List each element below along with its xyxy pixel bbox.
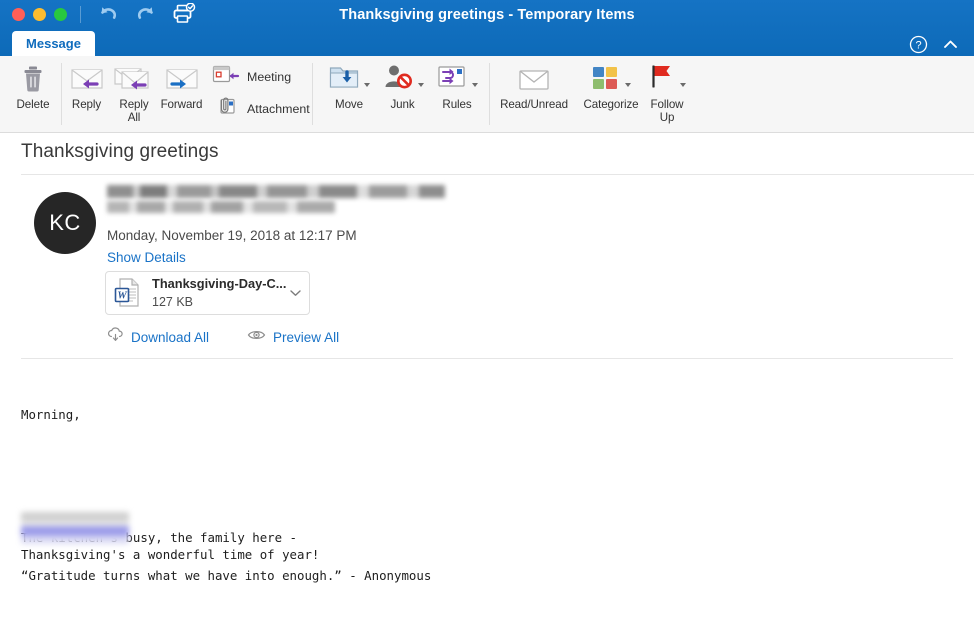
- categorize-button[interactable]: Categorize: [574, 56, 648, 133]
- reply-icon: [67, 63, 107, 95]
- trash-icon: [18, 63, 48, 95]
- tab-message-label: Message: [26, 36, 81, 51]
- follow-up-button[interactable]: Follow Up: [643, 56, 691, 133]
- attachment-button[interactable]: Attachment: [212, 96, 310, 122]
- print-icon[interactable]: [172, 3, 196, 25]
- ecard-image-redacted: [21, 512, 129, 544]
- move-label: Move: [335, 98, 363, 111]
- meeting-icon: [212, 64, 240, 90]
- window-controls: [12, 8, 67, 21]
- reply-all-label: Reply All: [119, 98, 149, 124]
- attachment-meta: Thanksgiving-Day-C... 127 KB: [152, 275, 289, 311]
- toolbar-divider: [80, 6, 81, 23]
- forward-label: Forward: [160, 98, 203, 111]
- download-all-label: Download All: [131, 330, 210, 345]
- read-unread-label: Read/Unread: [500, 98, 568, 111]
- body-greeting: Morning,: [21, 407, 81, 422]
- svg-text:W: W: [117, 291, 127, 302]
- meeting-button[interactable]: Meeting: [212, 64, 310, 90]
- tab-message[interactable]: Message: [12, 31, 95, 56]
- categorize-icon-group: [591, 63, 631, 95]
- junk-caret-icon[interactable]: [417, 82, 424, 87]
- move-icon: [328, 62, 360, 97]
- create-group: Meeting Attachment: [212, 64, 310, 122]
- categorize-label: Categorize: [583, 98, 639, 111]
- word-document-icon: W: [114, 277, 144, 309]
- meeting-label: Meeting: [247, 70, 292, 84]
- chevron-down-icon[interactable]: [289, 289, 301, 297]
- help-icon[interactable]: ?: [909, 35, 928, 54]
- cloud-download-icon: [107, 327, 124, 348]
- svg-text:?: ?: [915, 39, 921, 51]
- forward-icon: [162, 63, 202, 95]
- tab-strip: Message: [0, 31, 974, 56]
- delete-label: Delete: [16, 98, 50, 111]
- ribbon-toolbar: Delete Reply Reply All Forward Meeting A…: [0, 56, 974, 133]
- zoom-button[interactable]: [54, 8, 67, 21]
- flag-icon: [648, 62, 676, 97]
- sender-email-redacted: [107, 201, 335, 213]
- attachment-size: 127 KB: [152, 295, 194, 309]
- attachment-chip[interactable]: W Thanksgiving-Day-C... 127 KB: [105, 271, 310, 315]
- junk-button[interactable]: Junk: [376, 56, 429, 133]
- rules-caret-icon[interactable]: [472, 82, 478, 87]
- follow-up-caret-icon[interactable]: [680, 82, 686, 87]
- header-divider-top: [21, 174, 974, 175]
- body-spacer-1: [21, 457, 319, 495]
- rules-button[interactable]: Rules: [429, 56, 485, 133]
- categorize-icon: [591, 63, 621, 96]
- rules-icon-group: [436, 63, 478, 95]
- reply-label: Reply: [71, 98, 102, 111]
- rules-label: Rules: [442, 98, 472, 111]
- flag-icon-group: [648, 63, 686, 95]
- collapse-ribbon-icon[interactable]: [941, 35, 960, 54]
- eye-icon: [247, 328, 266, 347]
- title-bar: Thanksgiving greetings - Temporary Items…: [0, 0, 974, 56]
- minimize-button[interactable]: [33, 8, 46, 21]
- attachment-actions: Download All Preview All: [107, 327, 339, 348]
- reply-all-button[interactable]: Reply All: [110, 56, 158, 133]
- preview-all-label: Preview All: [273, 330, 340, 345]
- show-details-link[interactable]: Show Details: [107, 250, 186, 265]
- move-button[interactable]: Move: [322, 56, 376, 133]
- junk-label: Junk: [390, 98, 415, 111]
- ribbon-separator-3: [489, 63, 490, 125]
- read-unread-button[interactable]: Read/Unread: [494, 56, 574, 133]
- move-caret-icon[interactable]: [364, 82, 370, 87]
- delete-button[interactable]: Delete: [4, 56, 62, 133]
- rules-icon: [436, 62, 468, 97]
- reply-all-icon: [112, 63, 156, 95]
- quick-access-toolbar: [96, 3, 196, 25]
- close-button[interactable]: [12, 8, 25, 21]
- outlook-message-window: Thanksgiving greetings - Temporary Items…: [0, 0, 974, 620]
- ribbon-separator-1: [61, 63, 62, 125]
- sender-name-redacted: [107, 185, 445, 198]
- attachment-label: Attachment: [247, 102, 310, 116]
- ribbon-separator-2: [312, 63, 313, 125]
- forward-button[interactable]: Forward: [158, 56, 205, 133]
- download-all-button[interactable]: Download All: [107, 327, 209, 348]
- body-spacer-2: [21, 597, 319, 610]
- avatar-initials: KC: [49, 210, 81, 235]
- reply-button[interactable]: Reply: [63, 56, 110, 133]
- attachment-icon: [212, 96, 240, 122]
- avatar: KC: [34, 192, 96, 254]
- attachment-name: Thanksgiving-Day-C...: [152, 276, 287, 291]
- junk-icon-group: [382, 63, 424, 95]
- page-title: Thanksgiving greetings: [21, 141, 219, 162]
- envelope-icon: [514, 63, 554, 95]
- redo-icon[interactable]: [134, 3, 158, 25]
- preview-all-button[interactable]: Preview All: [247, 328, 339, 347]
- titlebar-actions: ?: [909, 35, 960, 54]
- junk-icon: [382, 62, 414, 97]
- follow-up-label: Follow Up: [650, 98, 684, 124]
- message-timestamp: Monday, November 19, 2018 at 12:17 PM: [107, 228, 357, 243]
- body-quote: “Gratitude turns what we have into enoug…: [21, 568, 432, 583]
- move-icon-group: [328, 63, 370, 95]
- undo-icon[interactable]: [96, 3, 120, 25]
- categorize-caret-icon[interactable]: [625, 82, 631, 87]
- header-divider-bottom: [21, 358, 953, 359]
